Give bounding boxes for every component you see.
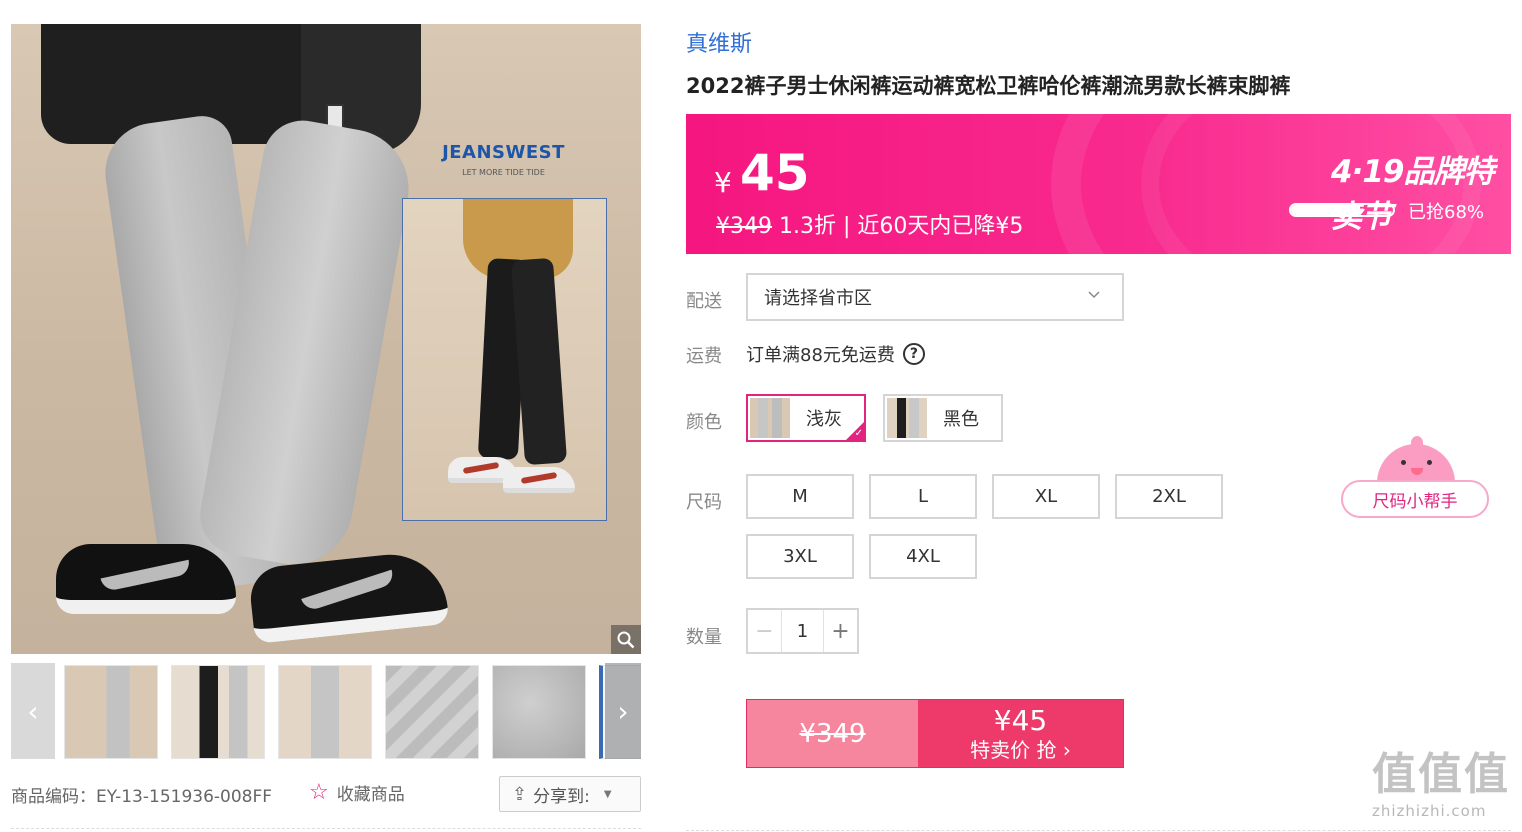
- watermark-logo: 值值值: [1372, 749, 1510, 800]
- price-subline: ¥349 1.3折 | 近60天内已降¥5: [716, 208, 1023, 240]
- price-banner: ¥ 45 ¥349 1.3折 | 近60天内已降¥5 4·19品牌特卖节 已抢6…: [686, 114, 1511, 254]
- sale-price: 45: [740, 144, 810, 202]
- buy-action-panel: ¥45 特卖价 抢 ›: [918, 700, 1123, 767]
- sku-label: 商品编码：: [11, 787, 96, 807]
- thumbnail[interactable]: [171, 665, 265, 759]
- sku-value: EY-13-151936-008FF: [96, 787, 273, 807]
- brand-link[interactable]: 真维斯: [686, 26, 752, 58]
- region-select[interactable]: 请选择省市区: [746, 273, 1124, 321]
- divider: [11, 828, 641, 829]
- size-helper[interactable]: 尺码小帮手: [1341, 436, 1491, 520]
- question-circle-icon[interactable]: ?: [902, 343, 925, 365]
- favorite-button[interactable]: ☆ 收藏商品: [309, 780, 405, 805]
- product-title: 2022裤子男士休闲裤运动裤宽松卫裤哈伦裤潮流男款长裤束脚裤: [686, 74, 1291, 98]
- jeanswest-logo: JEANSWEST: [442, 142, 565, 163]
- mascot-eye: [1427, 460, 1432, 465]
- thumbnail[interactable]: [278, 665, 372, 759]
- site-watermark: 值值值 zhizhizhi.com: [1372, 748, 1517, 832]
- checkmark-icon: ✓: [854, 428, 863, 439]
- thumbnail[interactable]: [64, 665, 158, 759]
- chevron-left-icon[interactable]: ‹: [11, 663, 55, 759]
- chevron-down-icon: [1088, 287, 1100, 303]
- original-price: ¥349: [716, 214, 772, 239]
- flash-sale-buy-button[interactable]: ¥349 ¥45 特卖价 抢 ›: [746, 699, 1124, 768]
- buy-price: ¥45: [993, 703, 1048, 737]
- size-label: 尺码: [686, 492, 722, 513]
- shipping-text: 订单满88元免运费: [746, 345, 895, 366]
- magnifier-icon[interactable]: [611, 625, 641, 654]
- sold-progress-label: 已抢68%: [1408, 202, 1485, 223]
- mascot-eye: [1401, 460, 1406, 465]
- main-product-image[interactable]: JEANSWEST LET MORE TIDE TIDE: [11, 24, 641, 654]
- buy-original-price: ¥349: [799, 718, 866, 749]
- sold-progress-bar: [1289, 203, 1395, 217]
- size-option-xl[interactable]: XL: [992, 474, 1100, 519]
- delivery-label: 配送: [686, 291, 722, 312]
- buy-action-label: 特卖价 抢 ›: [970, 737, 1071, 762]
- share-dropdown[interactable]: ⇪ 分享到: ▼: [499, 776, 641, 812]
- thumbnail[interactable]: [492, 665, 586, 759]
- watermark-url: zhizhizhi.com: [1372, 802, 1487, 820]
- shipping-info: 订单满88元免运费 ?: [746, 341, 925, 367]
- currency-symbol: ¥: [714, 166, 732, 199]
- discount-text: 1.3折 | 近60天内已降¥5: [772, 214, 1024, 239]
- color-option-black[interactable]: 黑色: [883, 394, 1003, 442]
- favorite-label: 收藏商品: [336, 785, 405, 805]
- jeanswest-tagline: LET MORE TIDE TIDE: [462, 168, 545, 177]
- quantity-input[interactable]: [782, 610, 823, 652]
- color-swatch: [750, 398, 790, 438]
- region-select-value: 请选择省市区: [764, 288, 872, 309]
- color-name: 浅灰: [806, 409, 842, 430]
- size-option-4xl[interactable]: 4XL: [869, 534, 977, 579]
- star-outline-icon: ☆: [309, 779, 329, 805]
- inset-black-pants-image: [402, 198, 607, 521]
- decrement-button[interactable]: −: [748, 610, 782, 652]
- mascot-bird-icon: [1377, 436, 1455, 494]
- color-swatch: [887, 398, 927, 438]
- sku-code: 商品编码：EY-13-151936-008FF: [11, 782, 272, 807]
- caret-down-icon: ▼: [603, 788, 612, 800]
- buy-original-price-panel: ¥349: [747, 700, 918, 767]
- quantity-label: 数量: [686, 627, 722, 648]
- size-option-m[interactable]: M: [746, 474, 854, 519]
- thumbnail-strip: ‹ ›: [11, 663, 641, 759]
- shipping-label: 运费: [686, 346, 722, 367]
- color-name: 黑色: [943, 409, 979, 430]
- product-meta-row: 商品编码：EY-13-151936-008FF ☆ 收藏商品 ⇪ 分享到: ▼: [11, 776, 641, 812]
- size-option-3xl[interactable]: 3XL: [746, 534, 854, 579]
- size-option-2xl[interactable]: 2XL: [1115, 474, 1223, 519]
- quantity-stepper: − +: [746, 608, 859, 654]
- share-icon: ⇪: [512, 783, 528, 805]
- sold-progress-fill: [1291, 205, 1361, 215]
- color-label: 颜色: [686, 412, 722, 433]
- color-option-light-grey[interactable]: 浅灰 ✓: [746, 394, 866, 442]
- chevron-right-icon[interactable]: ›: [605, 663, 641, 759]
- size-helper-button[interactable]: 尺码小帮手: [1341, 480, 1489, 518]
- inset-pants-leg: [510, 257, 568, 466]
- thumbnail[interactable]: [385, 665, 479, 759]
- size-option-l[interactable]: L: [869, 474, 977, 519]
- increment-button[interactable]: +: [823, 610, 857, 652]
- share-label: 分享到:: [533, 786, 590, 807]
